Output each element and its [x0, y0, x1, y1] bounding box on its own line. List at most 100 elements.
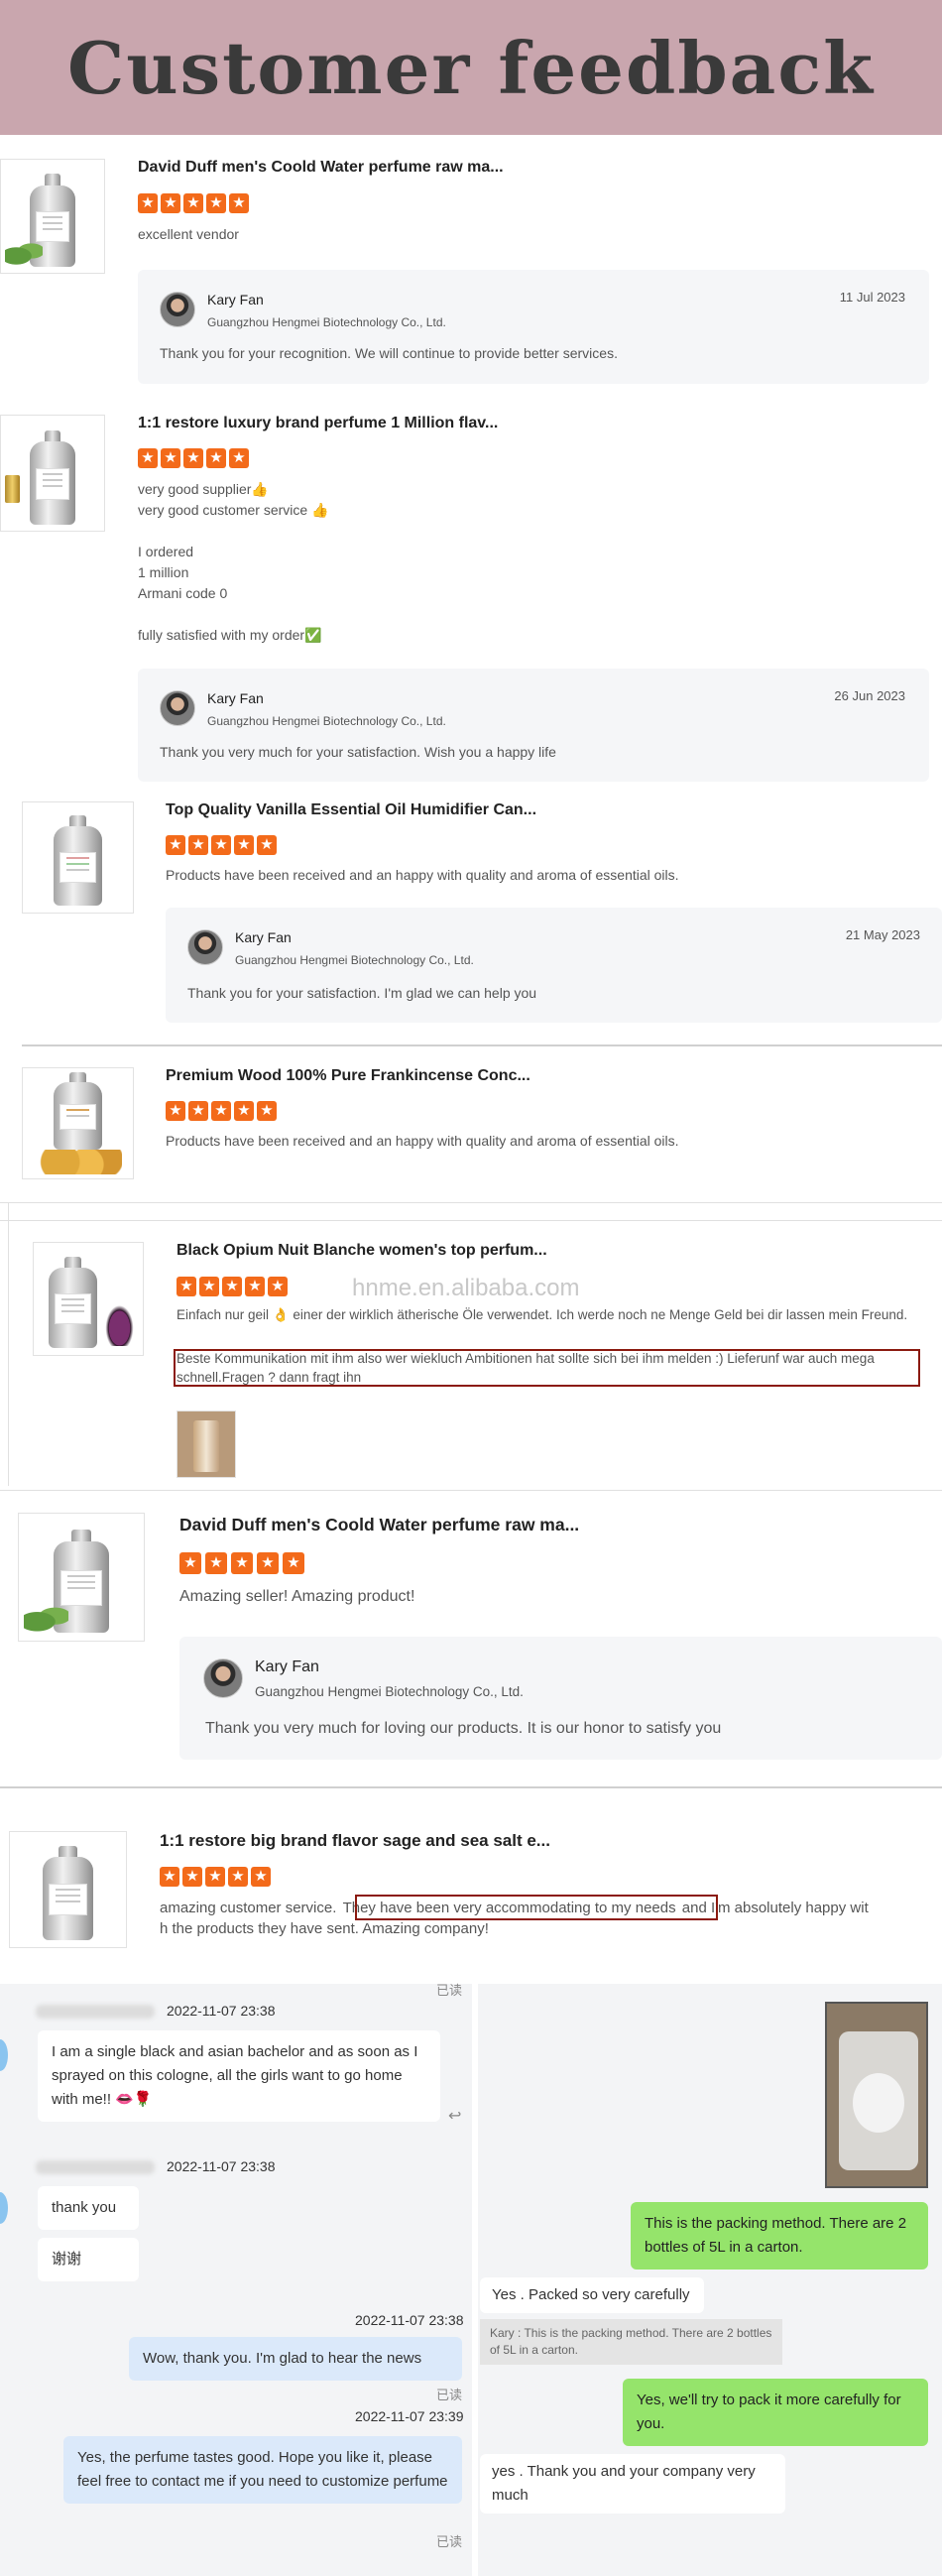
- star-icon: ★: [138, 193, 158, 213]
- chat-message: 谢谢: [38, 2238, 139, 2281]
- review-title[interactable]: 1:1 restore big brand flavor sage and se…: [160, 1831, 550, 1851]
- star-rating: ★ ★ ★ ★ ★: [166, 1101, 277, 1121]
- reply-name: Kary Fan: [255, 1658, 319, 1675]
- star-icon: ★: [166, 835, 185, 855]
- chat-message: yes . Thank you and your company very mu…: [480, 2454, 785, 2514]
- divider: [0, 1202, 942, 1203]
- chat-timestamp: 2022-11-07 23:38: [167, 2158, 276, 2174]
- star-icon: ★: [206, 448, 226, 468]
- review-text-d: h the products they have sent. Amazing c…: [160, 1920, 489, 1937]
- star-icon: ★: [257, 1101, 277, 1121]
- star-icon: ★: [183, 193, 203, 213]
- reply-company: Guangzhou Hengmei Biotechnology Co., Ltd…: [255, 1684, 524, 1699]
- star-icon: ★: [211, 835, 231, 855]
- chat-timestamp: 2022-11-07 23:39: [355, 2408, 464, 2424]
- divider: [0, 1220, 942, 1221]
- star-rating: ★ ★ ★ ★ ★: [177, 1277, 288, 1296]
- star-icon: ★: [245, 1277, 265, 1296]
- avatar: [187, 929, 223, 965]
- star-icon: ★: [138, 448, 158, 468]
- divider: [0, 1490, 942, 1491]
- star-icon: ★: [188, 835, 208, 855]
- review-photo[interactable]: [177, 1411, 236, 1478]
- star-icon: ★: [199, 1277, 219, 1296]
- star-icon: ★: [229, 448, 249, 468]
- avatar: [160, 690, 195, 726]
- product-thumbnail[interactable]: [33, 1242, 144, 1356]
- star-rating: ★ ★ ★ ★ ★: [138, 193, 249, 213]
- star-icon: ★: [228, 1867, 248, 1887]
- product-thumbnail[interactable]: [9, 1831, 127, 1948]
- review-text: Products have been received and an happy…: [166, 867, 679, 883]
- star-icon: ★: [257, 1552, 279, 1574]
- star-rating: ★ ★ ★ ★ ★: [166, 835, 277, 855]
- star-rating: ★ ★ ★ ★ ★: [179, 1552, 304, 1574]
- review-title[interactable]: Top Quality Vanilla Essential Oil Humidi…: [166, 801, 536, 819]
- avatar: [203, 1658, 243, 1698]
- review-title[interactable]: Premium Wood 100% Pure Frankincense Conc…: [166, 1067, 530, 1085]
- star-icon: ★: [183, 448, 203, 468]
- seller-reply: Kary Fan Guangzhou Hengmei Biotechnology…: [138, 669, 929, 782]
- seller-reply: Kary Fan Guangzhou Hengmei Biotechnology…: [166, 908, 942, 1023]
- chat-message: Wow, thank you. I'm glad to hear the new…: [129, 2337, 462, 2381]
- review-text: Amazing seller! Amazing product!: [179, 1588, 415, 1605]
- star-icon: ★: [206, 193, 226, 213]
- read-status: 已读: [436, 1983, 463, 1998]
- star-icon: ★: [234, 835, 254, 855]
- review-text: very good supplier👍 very good customer s…: [138, 481, 329, 643]
- star-icon: ★: [161, 448, 180, 468]
- reply-name: Kary Fan: [207, 690, 264, 706]
- product-thumbnail[interactable]: [0, 159, 105, 274]
- watermark: hnme.en.alibaba.com: [352, 1275, 580, 1301]
- product-thumbnail[interactable]: [18, 1513, 145, 1642]
- chat-timestamp: 2022-11-07 23:38: [355, 2312, 464, 2328]
- review-title[interactable]: 1:1 restore luxury brand perfume 1 Milli…: [138, 415, 498, 432]
- banner: Customer feedback: [0, 0, 942, 135]
- star-rating: ★ ★ ★ ★ ★: [160, 1867, 271, 1887]
- review-title[interactable]: David Duff men's Coold Water perfume raw…: [138, 159, 504, 177]
- product-thumbnail[interactable]: [0, 415, 105, 532]
- chat-message: This is the packing method. There are 2 …: [631, 2202, 928, 2269]
- highlight-box: [355, 1895, 718, 1920]
- review-text: Products have been received and an happy…: [166, 1133, 679, 1149]
- reply-date: 11 Jul 2023: [839, 290, 905, 305]
- seller-reply: Kary Fan Guangzhou Hengmei Biotechnology…: [138, 270, 929, 384]
- review-title[interactable]: Black Opium Nuit Blanche women's top per…: [177, 1242, 547, 1260]
- star-icon: ★: [166, 1101, 185, 1121]
- star-icon: ★: [182, 1867, 202, 1887]
- star-icon: ★: [205, 1552, 227, 1574]
- chat-message: Yes, we'll try to pack it more carefully…: [623, 2379, 928, 2446]
- chat-message: thank you: [38, 2186, 139, 2230]
- star-icon: ★: [234, 1101, 254, 1121]
- star-icon: ★: [231, 1552, 253, 1574]
- product-thumbnail[interactable]: [22, 801, 134, 914]
- divider: [0, 1786, 942, 1788]
- star-icon: ★: [222, 1277, 242, 1296]
- divider: [8, 1202, 9, 1486]
- review-text-highlight: Beste Kommunikation mit ihm also wer wie…: [177, 1351, 875, 1385]
- chat-message: I am a single black and asian bachelor a…: [38, 2030, 440, 2122]
- review-title[interactable]: David Duff men's Coold Water perfume raw…: [179, 1515, 579, 1535]
- blurred-name: [36, 2005, 155, 2019]
- star-icon: ★: [251, 1867, 271, 1887]
- packing-photo[interactable]: [825, 2002, 928, 2188]
- reply-icon[interactable]: ↩: [448, 2106, 461, 2126]
- star-icon: ★: [188, 1101, 208, 1121]
- read-status: 已读: [436, 2388, 463, 2402]
- review-text-a: amazing customer service.: [160, 1900, 337, 1916]
- reply-date: 21 May 2023: [845, 927, 920, 942]
- star-icon: ★: [177, 1277, 196, 1296]
- reply-company: Guangzhou Hengmei Biotechnology Co., Ltd…: [235, 953, 474, 967]
- reply-company: Guangzhou Hengmei Biotechnology Co., Ltd…: [207, 714, 446, 728]
- star-icon: ★: [211, 1101, 231, 1121]
- star-icon: ★: [205, 1867, 225, 1887]
- reply-message: Thank you very much for your satisfactio…: [160, 744, 556, 760]
- reply-company: Guangzhou Hengmei Biotechnology Co., Ltd…: [207, 315, 446, 329]
- product-thumbnail[interactable]: [22, 1067, 134, 1179]
- chat-message: Yes . Packed so very carefully: [480, 2277, 704, 2313]
- star-icon: ★: [179, 1552, 201, 1574]
- star-icon: ★: [160, 1867, 179, 1887]
- reply-message: Thank you for your satisfaction. I'm gla…: [187, 985, 537, 1001]
- star-icon: ★: [229, 193, 249, 213]
- seller-reply: Kary Fan Guangzhou Hengmei Biotechnology…: [179, 1637, 942, 1760]
